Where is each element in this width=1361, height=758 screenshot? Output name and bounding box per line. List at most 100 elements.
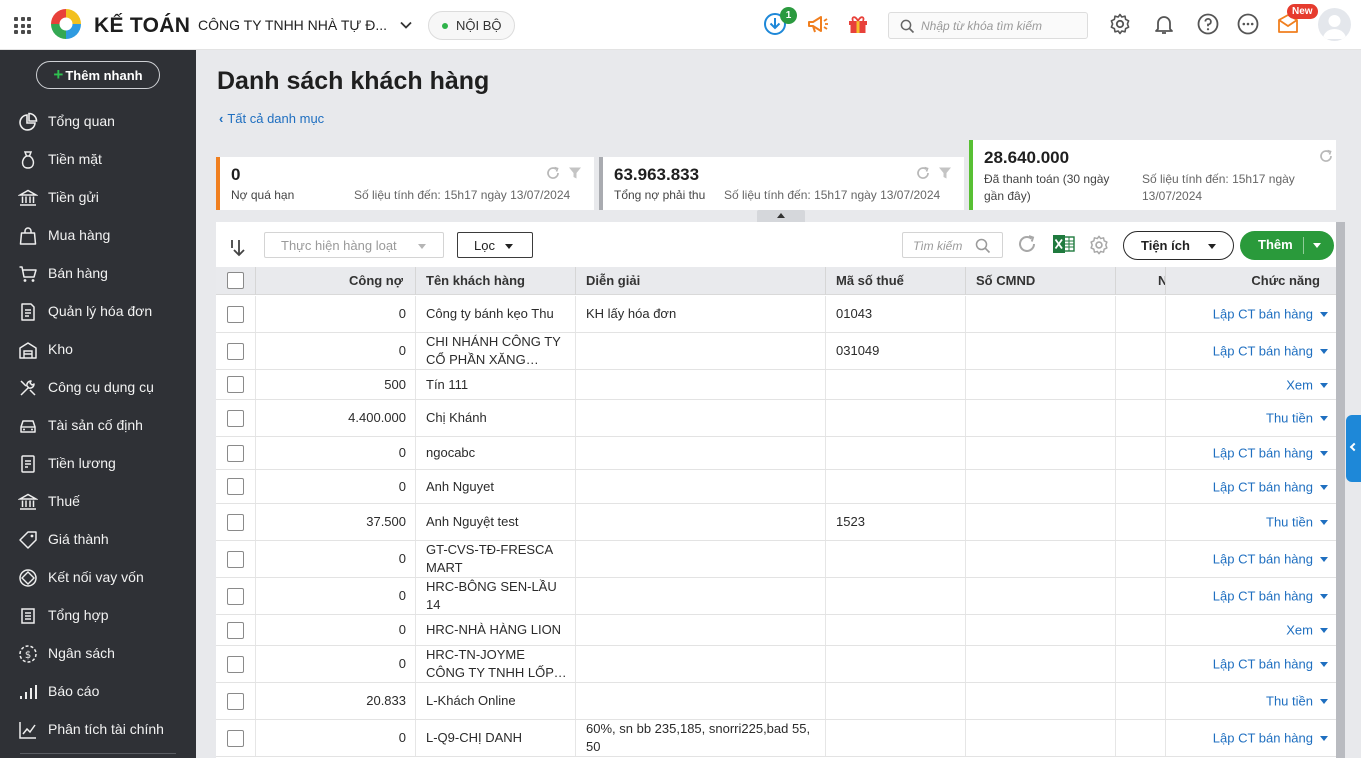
row-action-link[interactable]: Thu tiền (1266, 694, 1313, 709)
company-selector[interactable]: CÔNG TY TNHH NHÀ TỰ Đ... (198, 17, 387, 33)
filter-icon[interactable] (568, 166, 582, 180)
select-all-checkbox[interactable] (227, 272, 244, 289)
table-row[interactable]: 0 HRC-BÔNG SEN-LẦU 14 Lập CT bán hàng (216, 578, 1336, 615)
vertical-scrollbar[interactable] (1336, 222, 1345, 758)
row-checkbox[interactable] (227, 693, 244, 710)
row-checkbox[interactable] (227, 551, 244, 568)
refresh-icon[interactable] (1318, 148, 1334, 164)
table-row[interactable]: 0 L-Q9-CHỊ DANH 60%, sn bb 235,185, snorri… (216, 720, 1336, 757)
excel-export-icon[interactable] (1052, 233, 1075, 255)
row-checkbox[interactable] (227, 588, 244, 605)
row-checkbox[interactable] (227, 622, 244, 639)
action-caret-icon[interactable] (1320, 520, 1328, 525)
action-caret-icon[interactable] (1320, 382, 1328, 388)
action-caret-icon[interactable] (1320, 557, 1328, 562)
row-checkbox[interactable] (227, 410, 244, 427)
column-header-id-number[interactable]: Số CMND (966, 267, 1116, 295)
sidebar-item-financial-analysis[interactable]: Phân tích tài chính (0, 710, 196, 748)
sidebar-item-reports[interactable]: Báo cáo (0, 672, 196, 710)
add-options-caret-icon[interactable] (1313, 243, 1321, 248)
more-options-icon[interactable] (1236, 12, 1260, 36)
table-row[interactable]: 0 HRC-NHÀ HÀNG LION Xem (216, 615, 1336, 646)
row-checkbox[interactable] (227, 478, 244, 495)
table-row[interactable]: 37.500 Anh Nguyệt test 1523 Thu tiền (216, 504, 1336, 541)
global-search-input[interactable] (921, 17, 1081, 35)
table-row[interactable]: 0 GT-CVS-TĐ-FRESCA MART Lập CT bán hàng (216, 541, 1336, 578)
search-icon[interactable] (975, 238, 991, 254)
list-search[interactable] (902, 232, 1003, 258)
sidebar-item-cost[interactable]: Giá thành (0, 520, 196, 558)
column-header-tax-code[interactable]: Mã số thuế (826, 267, 966, 295)
sidebar-item-cash[interactable]: Tiền mặt (0, 140, 196, 178)
sidebar-item-tax[interactable]: Thuế (0, 482, 196, 520)
back-to-all-categories-link[interactable]: ‹ Tất cả danh mục (219, 111, 324, 126)
sidebar-item-warehouse[interactable]: Kho (0, 330, 196, 368)
action-caret-icon[interactable] (1320, 662, 1328, 667)
table-row[interactable]: 500 Tín 111 Xem (216, 370, 1336, 400)
row-checkbox[interactable] (227, 514, 244, 531)
row-action-link[interactable]: Xem (1286, 623, 1313, 638)
refresh-icon[interactable] (915, 165, 931, 181)
app-grid-icon[interactable] (14, 17, 31, 34)
action-caret-icon[interactable] (1320, 628, 1328, 633)
column-header-description[interactable]: Diễn giải (576, 267, 826, 295)
table-row[interactable]: 0 Anh Nguyet Lập CT bán hàng (216, 470, 1336, 504)
row-checkbox[interactable] (227, 306, 244, 323)
gift-icon[interactable] (846, 12, 870, 36)
sidebar-item-sales[interactable]: Bán hàng (0, 254, 196, 292)
settings-gear-icon[interactable] (1088, 234, 1110, 256)
table-row[interactable]: 4.400.000 Chị Khánh Thu tiền (216, 400, 1336, 437)
row-action-link[interactable]: Lập CT bán hàng (1213, 307, 1313, 322)
column-header-debt[interactable]: Công nợ (256, 267, 416, 295)
row-checkbox[interactable] (227, 656, 244, 673)
table-row[interactable]: 0 ngocabc Lập CT bán hàng (216, 437, 1336, 470)
table-row[interactable]: 0 HRC-TN-JOYME CÔNG TY TNHH LỐP XE H.A...… (216, 646, 1336, 683)
table-row[interactable]: 0 CHI NHÁNH CÔNG TY CỔ PHẦN XĂNG DẦU... 03… (216, 333, 1336, 370)
megaphone-icon[interactable] (806, 12, 830, 36)
row-checkbox[interactable] (227, 445, 244, 462)
row-checkbox[interactable] (227, 343, 244, 360)
action-caret-icon[interactable] (1320, 451, 1328, 456)
collapse-summary-toggle[interactable] (757, 210, 805, 222)
settings-gear-icon[interactable] (1108, 12, 1132, 36)
filter-icon[interactable] (938, 166, 952, 180)
row-action-link[interactable]: Lập CT bán hàng (1213, 446, 1313, 461)
user-avatar[interactable] (1318, 8, 1351, 41)
row-action-link[interactable]: Xem (1286, 377, 1313, 392)
action-caret-icon[interactable] (1320, 349, 1328, 354)
action-caret-icon[interactable] (1320, 416, 1328, 421)
utilities-dropdown[interactable]: Tiện ích (1123, 231, 1234, 260)
bulk-action-dropdown[interactable]: Thực hiện hàng loạt (264, 232, 444, 258)
sidebar-item-payroll[interactable]: Tiền lương (0, 444, 196, 482)
sidebar-item-fixed-assets[interactable]: Tài sản cố định (0, 406, 196, 444)
table-row[interactable]: 20.833 L-Khách Online Thu tiền (216, 683, 1336, 720)
quick-add-button[interactable]: + Thêm nhanh (36, 61, 160, 89)
sidebar-item-invoices[interactable]: Quản lý hóa đơn (0, 292, 196, 330)
row-action-link[interactable]: Lập CT bán hàng (1213, 589, 1313, 604)
refresh-icon[interactable] (545, 165, 561, 181)
side-panel-toggle[interactable] (1346, 415, 1361, 482)
action-caret-icon[interactable] (1320, 699, 1328, 704)
chevron-down-icon[interactable] (399, 18, 413, 32)
sidebar-item-summary[interactable]: Tổng hợp (0, 596, 196, 634)
sidebar-item-loan[interactable]: Kết nối vay vốn (0, 558, 196, 596)
list-search-input[interactable] (913, 237, 978, 254)
scope-selector[interactable]: NỘI BỘ (428, 11, 515, 40)
row-action-link[interactable]: Thu tiền (1266, 411, 1313, 426)
sidebar-item-tools[interactable]: Công cụ dụng cụ (0, 368, 196, 406)
refresh-icon[interactable] (1016, 233, 1038, 255)
notification-bell-icon[interactable] (1152, 12, 1176, 36)
row-checkbox[interactable] (227, 376, 244, 393)
add-customer-button[interactable]: Thêm (1240, 231, 1334, 260)
column-header-truncated[interactable]: N (1116, 267, 1166, 295)
row-action-link[interactable]: Lập CT bán hàng (1213, 552, 1313, 567)
row-action-link[interactable]: Lập CT bán hàng (1213, 657, 1313, 672)
action-caret-icon[interactable] (1320, 594, 1328, 599)
action-caret-icon[interactable] (1320, 312, 1328, 317)
row-action-link[interactable]: Lập CT bán hàng (1213, 344, 1313, 359)
row-action-link[interactable]: Lập CT bán hàng (1213, 731, 1313, 746)
action-caret-icon[interactable] (1320, 736, 1328, 741)
table-row[interactable]: 0 Công ty bánh kẹo Thu KH lấy hóa đơn 01043… (216, 296, 1336, 333)
row-action-link[interactable]: Thu tiền (1266, 515, 1313, 530)
global-search[interactable] (888, 12, 1088, 39)
